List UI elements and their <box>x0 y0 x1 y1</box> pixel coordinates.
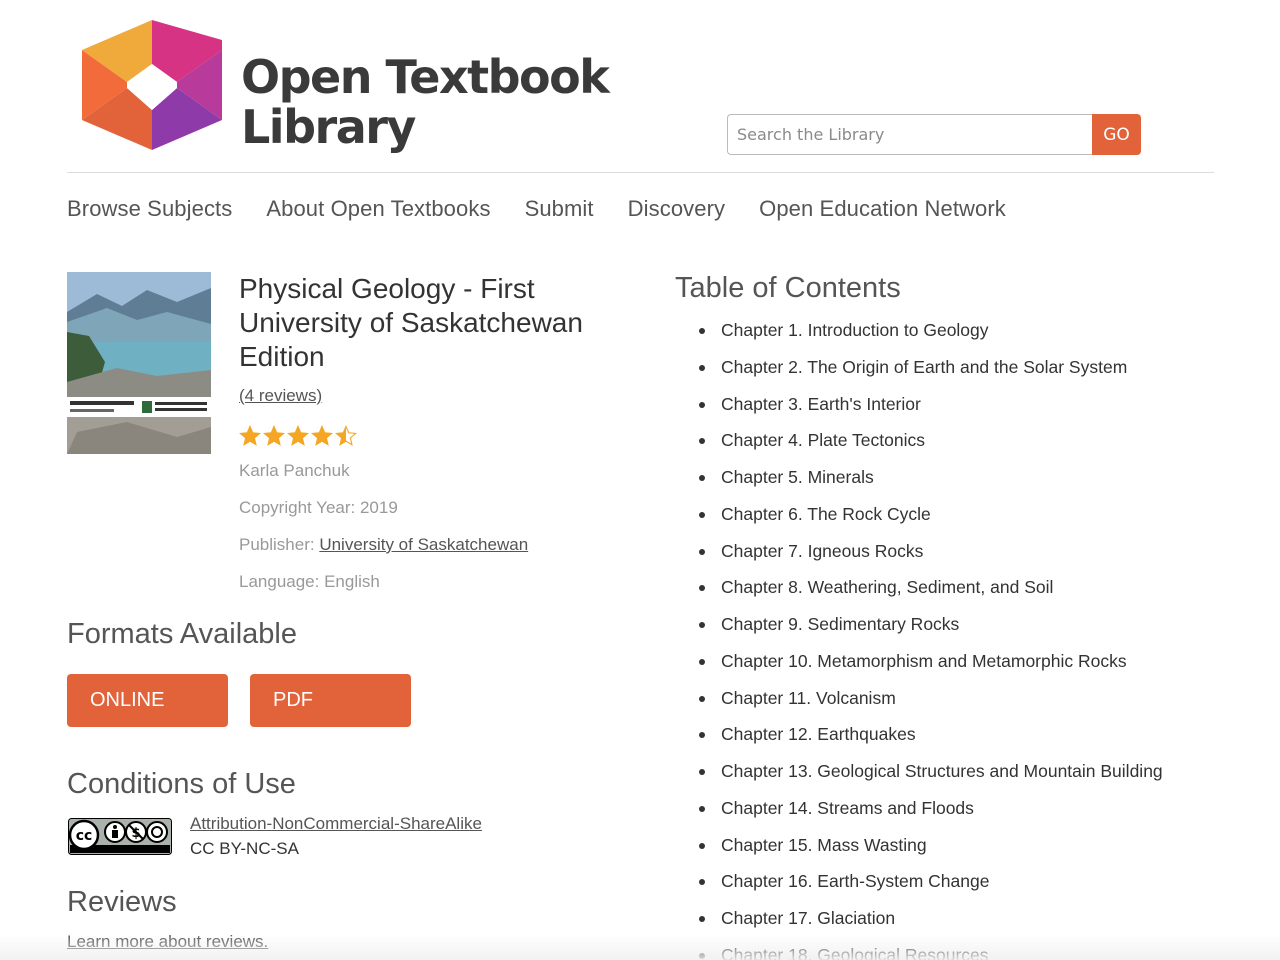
book-title: Physical Geology - First University of S… <box>239 273 583 372</box>
toc-item[interactable]: Chapter 8. Weathering, Sediment, and Soi… <box>697 575 1163 612</box>
book-publisher: Publisher: University of Saskatchewan <box>239 535 528 555</box>
license-link[interactable]: Attribution-NonCommercial-ShareAlike <box>190 814 482 834</box>
rating-star-icon <box>335 425 357 446</box>
brand-name-line2: Library <box>241 100 416 154</box>
cc-license-badge-icon[interactable]: cc $ <box>68 818 172 855</box>
format-pdf-button[interactable]: PDF <box>250 674 411 727</box>
rating-star-icon <box>311 425 333 446</box>
brand-name-line1: Open Textbook <box>241 50 610 104</box>
toc-list: Chapter 1. Introduction to Geology Chapt… <box>697 318 1163 960</box>
book-cover-image[interactable] <box>67 272 211 454</box>
conditions-heading: Conditions of Use <box>67 768 296 800</box>
toc-item[interactable]: Chapter 1. Introduction to Geology <box>697 318 1163 355</box>
toc-item[interactable]: Chapter 7. Igneous Rocks <box>697 539 1163 576</box>
book-author: Karla Panchuk <box>239 461 350 480</box>
reviews-heading: Reviews <box>67 886 177 918</box>
learn-more-reviews-link[interactable]: Learn more about reviews. <box>67 932 268 952</box>
nav-open-education-network[interactable]: Open Education Network <box>759 196 1006 222</box>
toc-item[interactable]: Chapter 15. Mass Wasting <box>697 833 1163 870</box>
toc-item[interactable]: Chapter 5. Minerals <box>697 465 1163 502</box>
publisher-link[interactable]: University of Saskatchewan <box>319 535 528 554</box>
toc-item[interactable]: Chapter 14. Streams and Floods <box>697 796 1163 833</box>
toc-item[interactable]: Chapter 6. The Rock Cycle <box>697 502 1163 539</box>
search-go-button[interactable]: GO <box>1092 114 1141 155</box>
toc-heading: Table of Contents <box>675 272 901 304</box>
toc-item[interactable]: Chapter 17. Glaciation <box>697 906 1163 943</box>
open-textbook-library-logo-icon[interactable] <box>79 20 225 150</box>
toc-item[interactable]: Chapter 2. The Origin of Earth and the S… <box>697 355 1163 392</box>
toc-item[interactable]: Chapter 16. Earth-System Change <box>697 869 1163 906</box>
toc-item[interactable]: Chapter 3. Earth's Interior <box>697 392 1163 429</box>
reviews-count-link[interactable]: (4 reviews) <box>239 386 322 406</box>
main-nav: Browse Subjects About Open Textbooks Sub… <box>67 196 1006 222</box>
toc-item[interactable]: Chapter 4. Plate Tectonics <box>697 428 1163 465</box>
nav-submit[interactable]: Submit <box>525 196 594 222</box>
nav-discovery[interactable]: Discovery <box>628 196 725 222</box>
search-input[interactable] <box>727 114 1092 155</box>
site-header: Open Textbook Library GO <box>67 18 1214 173</box>
toc-item[interactable]: Chapter 13. Geological Structures and Mo… <box>697 759 1163 796</box>
toc-item[interactable]: Chapter 9. Sedimentary Rocks <box>697 612 1163 649</box>
toc-item[interactable]: Chapter 11. Volcanism <box>697 686 1163 723</box>
nav-about-open-textbooks[interactable]: About Open Textbooks <box>266 196 490 222</box>
search-form: GO <box>727 114 1141 155</box>
toc-item[interactable]: Chapter 12. Earthquakes <box>697 722 1163 759</box>
nav-browse-subjects[interactable]: Browse Subjects <box>67 196 232 222</box>
format-online-button[interactable]: ONLINE <box>67 674 228 727</box>
brand-name[interactable]: Open Textbook Library <box>241 50 610 154</box>
publisher-label: Publisher: <box>239 535 320 554</box>
book-copyright: Copyright Year: 2019 <box>239 498 398 517</box>
book-language: Language: English <box>239 572 380 591</box>
svg-text:cc: cc <box>76 828 93 844</box>
toc-item[interactable]: Chapter 10. Metamorphism and Metamorphic… <box>697 649 1163 686</box>
rating-star-icon <box>263 425 285 446</box>
formats-heading: Formats Available <box>67 618 297 650</box>
license-code: CC BY-NC-SA <box>190 839 299 858</box>
rating-star-icon <box>287 425 309 446</box>
rating-star-icon <box>239 425 261 446</box>
rating-stars <box>239 425 357 447</box>
toc-item[interactable]: Chapter 18. Geological Resources <box>697 943 1163 960</box>
